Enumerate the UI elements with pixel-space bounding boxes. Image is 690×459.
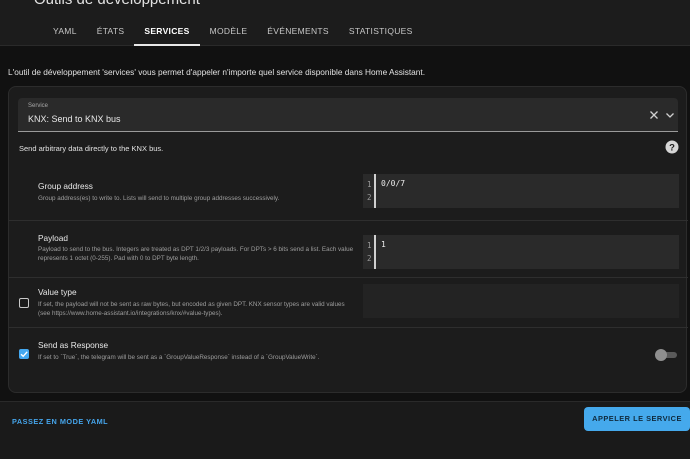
value-type-title: Value type <box>38 287 77 297</box>
value-type-description: If set, the payload will not be sent as … <box>38 301 345 317</box>
group-address-title: Group address <box>38 181 93 191</box>
send-as-response-title: Send as Response <box>38 340 109 350</box>
intro-text: L'outil de développement 'services' vous… <box>8 67 425 77</box>
dev-tools-tabs: YAML ÉTATS SERVICES MODÈLE ÉVÉNEMENTS ST… <box>43 20 423 46</box>
toggle-thumb <box>655 349 667 361</box>
service-picker-value[interactable]: KNX: Send to KNX bus <box>28 114 121 124</box>
value-type-checkbox[interactable] <box>19 298 29 308</box>
tab-states[interactable]: ÉTATS <box>87 20 135 46</box>
group-address-value[interactable]: 0/0/7 <box>381 179 405 188</box>
service-card: Service KNX: Send to KNX bus Send arbitr… <box>8 86 688 393</box>
send-as-response-toggle[interactable] <box>655 348 677 362</box>
line-number: 2 <box>367 193 372 202</box>
service-picker[interactable]: Service KNX: Send to KNX bus <box>18 98 678 132</box>
tab-statistics[interactable]: STATISTIQUES <box>339 20 423 46</box>
tab-events[interactable]: ÉVÉNEMENTS <box>257 20 339 46</box>
tab-services[interactable]: SERVICES <box>134 20 200 46</box>
field-row-payload: Payload Payload to send to the bus. Inte… <box>9 220 688 280</box>
clear-icon[interactable] <box>648 109 660 121</box>
help-icon[interactable]: ? <box>665 140 679 154</box>
line-number: 1 <box>367 241 372 250</box>
chevron-down-icon[interactable] <box>665 110 675 120</box>
editor-gutter: 1 2 <box>363 174 376 208</box>
field-row-group-address: Group address Group address(es) to write… <box>9 164 688 216</box>
footer-bar: PASSEZ EN MODE YAML APPELER LE SERVICE <box>0 401 690 459</box>
field-row-value-type: Value type If set, the payload will not … <box>9 277 688 327</box>
call-service-button[interactable]: APPELER LE SERVICE <box>584 407 690 431</box>
payload-value[interactable]: 1 <box>381 240 386 249</box>
editor-gutter: 1 2 <box>363 235 376 269</box>
svg-text:?: ? <box>669 142 675 153</box>
checkmark-icon <box>20 350 28 357</box>
yaml-mode-button[interactable]: PASSEZ EN MODE YAML <box>12 417 108 426</box>
field-row-send-as-response: Send as Response If set to `True`, the t… <box>9 327 688 377</box>
top-app-bar: Outils de développement YAML ÉTATS SERVI… <box>0 0 690 46</box>
line-number: 1 <box>367 180 372 189</box>
send-as-response-description: If set to `True`, the telegram will be s… <box>38 354 320 361</box>
group-address-editor[interactable]: 1 2 0/0/7 <box>363 174 679 208</box>
tab-yaml[interactable]: YAML <box>43 20 87 46</box>
payload-title: Payload <box>38 233 68 243</box>
page-title: Outils de développement <box>34 0 200 8</box>
line-number: 2 <box>367 254 372 263</box>
payload-editor[interactable]: 1 2 1 <box>363 235 679 269</box>
group-address-description: Group address(es) to write to. Lists wil… <box>38 195 280 202</box>
service-description: Send arbitrary data directly to the KNX … <box>19 144 164 153</box>
service-picker-label: Service <box>28 103 49 109</box>
tab-template[interactable]: MODÈLE <box>200 20 258 46</box>
value-type-input[interactable] <box>363 284 679 318</box>
payload-description: Payload to send to the bus. Integers are… <box>38 246 354 262</box>
send-as-response-checkbox[interactable] <box>19 349 29 359</box>
